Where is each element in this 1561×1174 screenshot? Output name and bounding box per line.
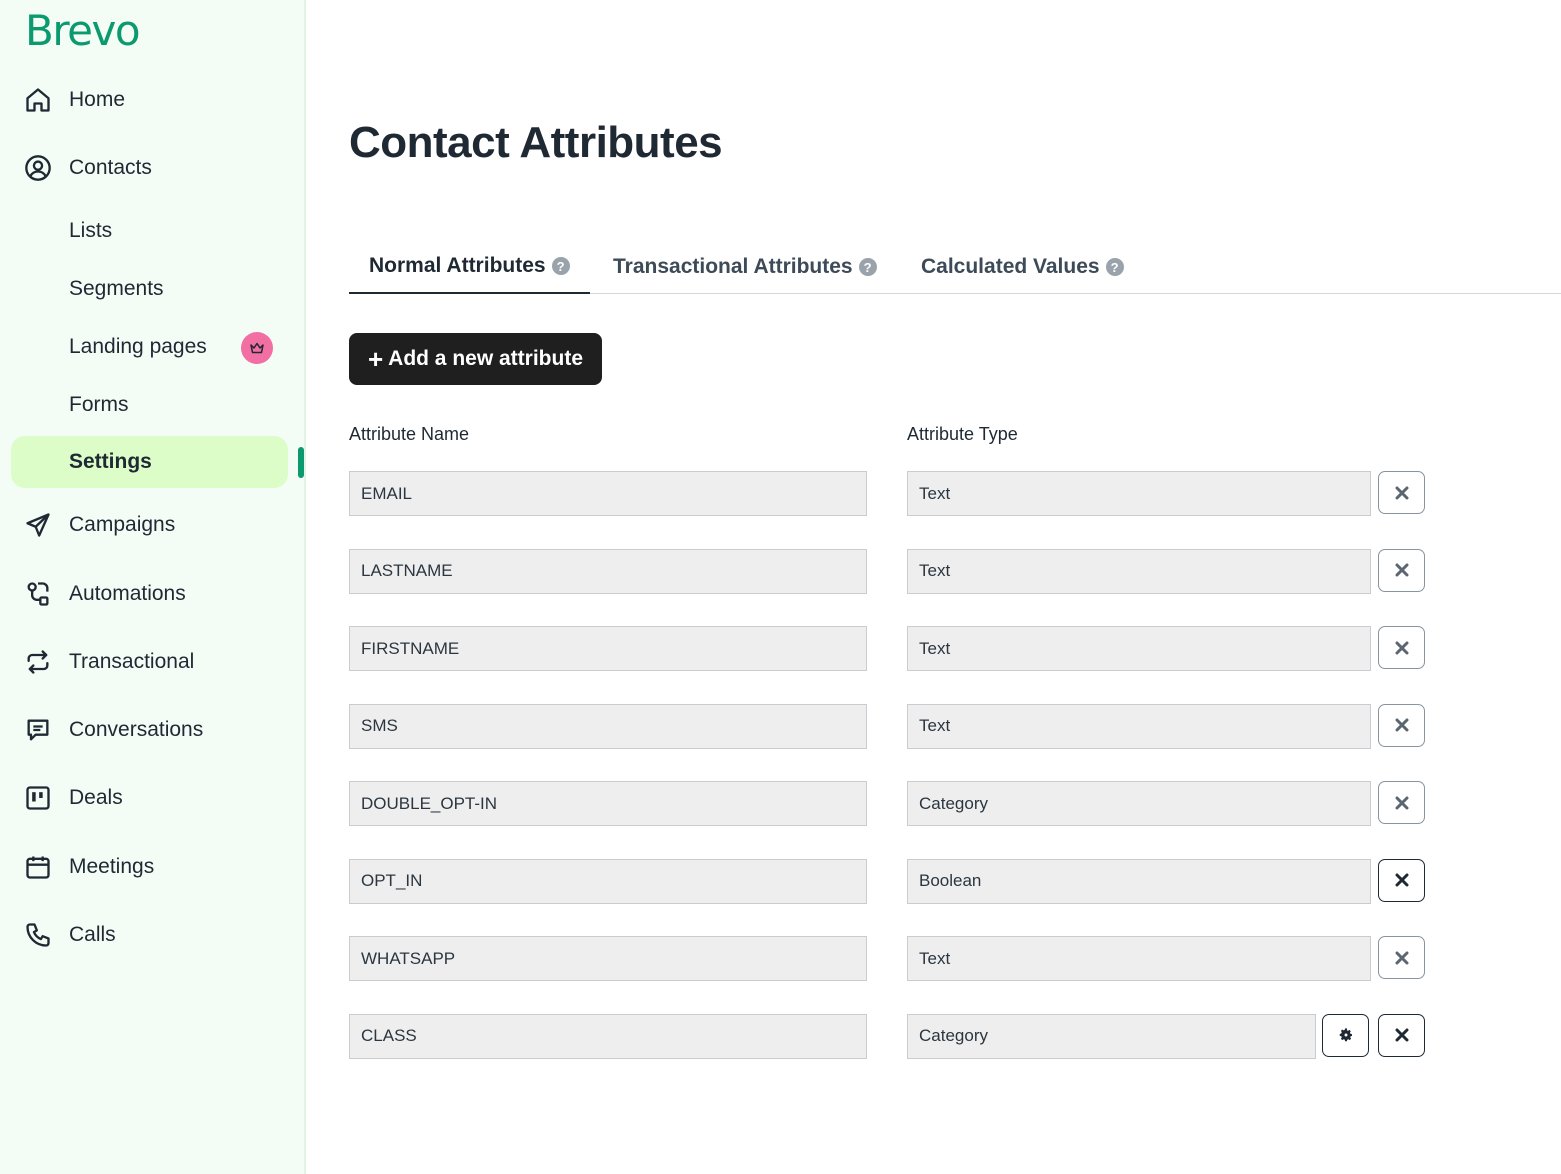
active-indicator [298, 447, 304, 478]
help-icon[interactable]: ? [551, 257, 570, 275]
send-icon [24, 511, 52, 539]
attribute-type-field[interactable]: Category [907, 781, 1371, 826]
board-icon [24, 784, 52, 812]
attribute-tabs: Normal Attributes ? Transactional Attrib… [349, 240, 1561, 294]
attribute-type-field[interactable]: Boolean [907, 858, 1371, 904]
sidebar-item-automations[interactable]: Automations [11, 568, 288, 620]
sidebar-item-segments[interactable]: Segments [11, 263, 288, 315]
sidebar-item-label: Campaigns [69, 513, 176, 536]
sidebar-item-label: Meetings [69, 855, 155, 878]
close-icon [1395, 486, 1408, 499]
tab-label: Transactional Attributes [613, 255, 853, 278]
close-icon [1395, 796, 1408, 809]
attribute-name-field[interactable]: CLASS [349, 1013, 867, 1059]
sidebar-item-transactional[interactable]: Transactional [11, 636, 288, 688]
attribute-name-field[interactable]: LASTNAME [349, 548, 867, 594]
sidebar-item-label: Home [69, 88, 126, 111]
close-icon [1395, 873, 1408, 887]
sidebar-item-lists[interactable]: Lists [11, 205, 288, 257]
delete-attribute-button[interactable] [1378, 936, 1425, 979]
help-icon[interactable]: ? [1105, 258, 1124, 276]
delete-attribute-button[interactable] [1378, 703, 1425, 747]
attribute-type-field[interactable]: Text [907, 936, 1371, 981]
chat-icon [24, 716, 52, 744]
plus-icon: + [367, 344, 384, 374]
sidebar-item-label: Contacts [69, 156, 152, 179]
sidebar-item-conversations[interactable]: Conversations [11, 704, 288, 756]
sidebar-item-label: Landing pages [69, 335, 207, 358]
delete-attribute-button[interactable] [1378, 626, 1425, 669]
column-header-name: Attribute Name [349, 424, 470, 444]
tab-transactional-attributes[interactable]: Transactional Attributes ? [613, 240, 877, 294]
attribute-name-field[interactable]: WHATSAPP [349, 936, 867, 981]
close-icon [1395, 951, 1408, 964]
close-icon [1395, 718, 1408, 732]
sidebar-item-label: Automations [69, 582, 186, 605]
gear-icon [1339, 1028, 1352, 1042]
attribute-name-field[interactable]: OPT_IN [349, 858, 867, 904]
calendar-icon [24, 853, 52, 881]
sidebar: Brevo Home Contacts Lists Segments Landi… [0, 0, 306, 1174]
crown-icon [241, 332, 273, 364]
repeat-icon [24, 648, 52, 676]
sidebar-item-meetings[interactable]: Meetings [11, 841, 288, 893]
sidebar-item-forms[interactable]: Forms [11, 379, 288, 431]
sidebar-item-label: Lists [69, 219, 113, 242]
sidebar-item-label: Calls [69, 923, 116, 946]
page-title: Contact Attributes [349, 118, 723, 167]
sidebar-item-settings[interactable]: Settings [11, 436, 288, 488]
sidebar-item-campaigns[interactable]: Campaigns [11, 499, 288, 551]
help-icon[interactable]: ? [858, 258, 877, 276]
close-icon [1395, 641, 1408, 654]
sidebar-item-label: Forms [69, 393, 129, 416]
add-attribute-label: Add a new attribute [388, 347, 584, 370]
sidebar-item-label: Transactional [69, 650, 195, 673]
attribute-type-field[interactable]: Text [907, 703, 1371, 749]
attribute-name-field[interactable]: FIRSTNAME [349, 626, 867, 671]
tab-label: Normal Attributes [369, 254, 546, 277]
user-circle-icon [24, 154, 52, 182]
sidebar-item-label: Conversations [69, 718, 204, 741]
tab-normal-attributes[interactable]: Normal Attributes ? [349, 240, 590, 294]
automation-icon [24, 580, 52, 608]
attribute-type-field[interactable]: Text [907, 548, 1371, 594]
sidebar-item-label: Deals [69, 786, 123, 809]
sidebar-item-label: Segments [69, 277, 164, 300]
attribute-name-field[interactable]: SMS [349, 703, 867, 749]
brevo-logo[interactable]: Brevo [25, 6, 141, 55]
add-attribute-button[interactable]: + Add a new attribute [349, 333, 602, 385]
sidebar-item-calls[interactable]: Calls [11, 909, 288, 961]
attribute-type-field[interactable]: Text [907, 471, 1371, 516]
delete-attribute-button[interactable] [1378, 548, 1425, 592]
home-icon [24, 86, 52, 114]
delete-attribute-button[interactable] [1378, 858, 1425, 902]
sidebar-item-landing-pages[interactable]: Landing pages [11, 321, 288, 373]
close-icon [1395, 563, 1408, 577]
edit-attribute-settings-button[interactable] [1322, 1013, 1369, 1057]
attribute-type-field[interactable]: Text [907, 626, 1371, 671]
tab-label: Calculated Values [921, 255, 1100, 278]
sidebar-item-home[interactable]: Home [11, 74, 288, 126]
delete-attribute-button[interactable] [1378, 471, 1425, 514]
attribute-name-field[interactable]: DOUBLE_OPT-IN [349, 781, 867, 826]
delete-attribute-button[interactable] [1378, 781, 1425, 824]
sidebar-item-contacts[interactable]: Contacts [11, 142, 288, 194]
tab-calculated-values[interactable]: Calculated Values ? [921, 240, 1124, 294]
attribute-type-field[interactable]: Category [907, 1013, 1316, 1059]
delete-attribute-button[interactable] [1378, 1013, 1425, 1057]
phone-icon [24, 921, 52, 949]
sidebar-item-deals[interactable]: Deals [11, 772, 288, 824]
attribute-name-field[interactable]: EMAIL [349, 471, 867, 516]
close-icon [1395, 1028, 1408, 1042]
column-header-type: Attribute Type [907, 424, 1018, 444]
sidebar-item-label: Settings [69, 450, 152, 473]
